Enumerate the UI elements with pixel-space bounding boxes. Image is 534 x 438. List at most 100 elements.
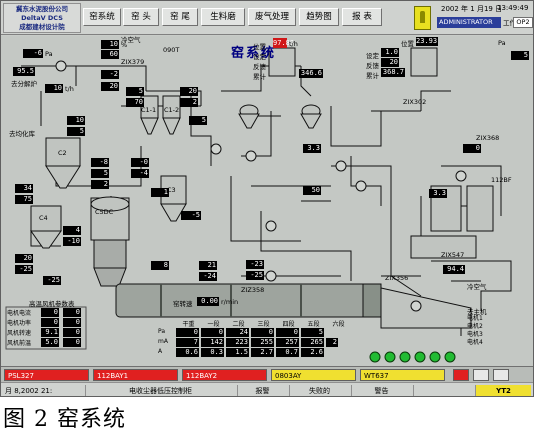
value-n: 5 xyxy=(189,116,207,125)
kiln-table-row: A 0.6 0.3 1.5 2.7 0.7 2.6 xyxy=(158,348,358,358)
fan-row-value: 0 xyxy=(63,328,81,337)
pos-value: 97.89 xyxy=(273,39,295,48)
value-x: 4 xyxy=(63,226,81,235)
kiln-table-header-cell: 六段 xyxy=(332,321,345,328)
value-ah: 5 xyxy=(511,51,529,60)
date-display: 2002 年 1 月19 日 xyxy=(441,5,503,13)
company-name: 冀东水泥股份公司 xyxy=(16,5,68,13)
status-datetime: 月 8,2002 21: xyxy=(5,387,53,395)
kiln-table-cell: 223 xyxy=(226,338,249,347)
value-c: 95.5 xyxy=(13,67,35,76)
fan-row-label: 电机功率 xyxy=(7,320,32,327)
kiln-table-header-cell: 一段 xyxy=(207,321,220,328)
tag-0803ay[interactable]: 0803AY xyxy=(271,369,356,381)
value-v: 34 xyxy=(15,184,33,193)
unit-pa: Pa xyxy=(45,50,53,58)
fan-row-0: 电机电流 0 0 xyxy=(7,308,85,318)
mute-icon[interactable] xyxy=(493,369,509,381)
process-diagram: 窑系统 -6 Pa 10 % 冷空气 95.5 去分解炉 60 ZIX379 0… xyxy=(1,36,533,366)
nav-trend-button[interactable]: 趋势图 xyxy=(299,8,339,26)
kiln-table-header-cell: 五段 xyxy=(307,321,320,328)
nav-report-button[interactable]: 报 表 xyxy=(342,8,382,26)
fan-row-value: 5.0 xyxy=(41,338,59,347)
tag-112bay2[interactable]: 112BAY2 xyxy=(182,369,267,381)
status-blank xyxy=(413,385,473,396)
set-value-right: 1.0 xyxy=(381,48,399,57)
company-logo: 冀东水泥股份公司 DeltaV DCS 成都建材设计院 xyxy=(3,3,81,33)
value-l: 10 xyxy=(67,116,85,125)
tag-psl327[interactable]: PSL327 xyxy=(4,369,89,381)
set-label-right: 设定 xyxy=(366,52,379,60)
nav-kiln-tail-button[interactable]: 窑 尾 xyxy=(162,8,198,26)
value-z: 20 xyxy=(15,254,33,263)
kiln-table-cell: 257 xyxy=(276,338,299,347)
acknowledge-icon[interactable] xyxy=(453,369,469,381)
tag-112bay1[interactable]: 112BAY1 xyxy=(93,369,178,381)
motor-label-list: 电机1 电机2 电机3 电机4 xyxy=(467,315,483,347)
kiln-table-header-cell: 干重 xyxy=(182,321,195,328)
app-window: 冀东水泥股份公司 DeltaV DCS 成都建材设计院 窑系统 窑 头 窑 尾 … xyxy=(0,0,534,397)
fan-row-label: 电机电流 xyxy=(7,310,32,317)
pos-label: 位置 xyxy=(253,43,266,51)
bell-icon[interactable] xyxy=(414,6,431,30)
nav-kiln-system-button[interactable]: 窑系统 xyxy=(83,8,121,26)
total-value-right: 368.7 xyxy=(381,68,405,77)
total-label-right: 累计 xyxy=(366,72,379,80)
kiln-table-cell: 0.7 xyxy=(276,348,299,357)
value-m: 5 xyxy=(67,127,85,136)
unit-th: t/h xyxy=(65,85,74,93)
fan-row-3: 风机前温 5.0 0 xyxy=(7,338,85,348)
value-ac: -25 xyxy=(43,276,61,285)
fan-row-value: 9.1 xyxy=(41,328,59,337)
kiln-table-unit: Pa xyxy=(158,328,166,335)
kiln-table-cell: 0 xyxy=(251,328,274,337)
value-e: -2 xyxy=(101,70,119,79)
kiln-table-cell: 24 xyxy=(226,328,249,337)
feed-label: 反馈 xyxy=(253,63,266,71)
fan-row-value: 0 xyxy=(63,308,81,317)
tag-zix547: ZIX547 xyxy=(441,251,465,259)
value-94: 94.4 xyxy=(443,265,465,274)
nav-raw-mill-button[interactable]: 生料磨 xyxy=(201,8,245,26)
value-o: -8 xyxy=(91,158,109,167)
value-a: -6 xyxy=(23,49,43,58)
kiln-table-header: 干重 一段 二段 三段 四段 五段 六段 xyxy=(158,319,358,328)
c1-left-label: C1-1 xyxy=(141,106,157,114)
value-s: 2 xyxy=(91,180,109,189)
fan-param-table: 电机电流 0 0 电机功率 0 0 风机转速 9.1 0 风机前温 5.0 0 xyxy=(7,308,85,348)
kiln-table-cell: 1.5 xyxy=(226,348,249,357)
value-aa: -25 xyxy=(15,265,33,274)
tag-zix368: ZIX368 xyxy=(476,134,500,142)
status-station: YT2 xyxy=(475,385,531,396)
set-label: 设定 xyxy=(253,53,266,61)
kiln-table-row: Pa 0 0 24 0 0 5 xyxy=(158,328,358,338)
user-display: ADMINISTRATOR xyxy=(437,17,501,28)
kiln-table-cell: 142 xyxy=(201,338,224,347)
status-alarm: 报警 xyxy=(237,385,287,396)
system-name: DeltaV DCS xyxy=(21,14,63,22)
status-message: 电收尘器低压控制柜 xyxy=(85,385,235,396)
silence-icon[interactable] xyxy=(473,369,489,381)
alarm-tag-bar: PSL327 112BAY1 112BAY2 0803AY WT637 xyxy=(1,366,533,382)
value-d: 60 xyxy=(101,50,119,59)
kiln-table-unit: A xyxy=(158,348,163,355)
nav-kiln-head-button[interactable]: 窑 头 xyxy=(123,8,159,26)
value-ag: -25 xyxy=(246,271,264,280)
total-value: 346.6 xyxy=(299,69,323,78)
value-y: -10 xyxy=(63,237,81,246)
status-warn: 警告 xyxy=(351,385,411,396)
kiln-table-header-cell: 二段 xyxy=(232,321,245,328)
value-w: 75 xyxy=(15,195,33,204)
motor-label: 电机3 xyxy=(467,331,483,338)
time-display: 13:49:49 xyxy=(497,4,529,12)
status-bar: 月 8,2002 21: 电收尘器低压控制柜 报警 失败的 警告 YT2 xyxy=(1,382,533,396)
nav-exhaust-button[interactable]: 废气处理 xyxy=(248,8,296,26)
tag-wt637[interactable]: WT637 xyxy=(360,369,445,381)
kiln-speed-label: 窑转速 xyxy=(173,300,193,308)
value-u: 1 xyxy=(151,188,169,197)
cold-air-right-label: 冷空气 xyxy=(467,283,487,291)
value-af: -23 xyxy=(246,260,264,269)
value-b: 10 xyxy=(101,40,119,49)
fan-row-label: 风机转速 xyxy=(7,330,32,337)
kiln-speed-value: 0.00 xyxy=(197,297,219,306)
